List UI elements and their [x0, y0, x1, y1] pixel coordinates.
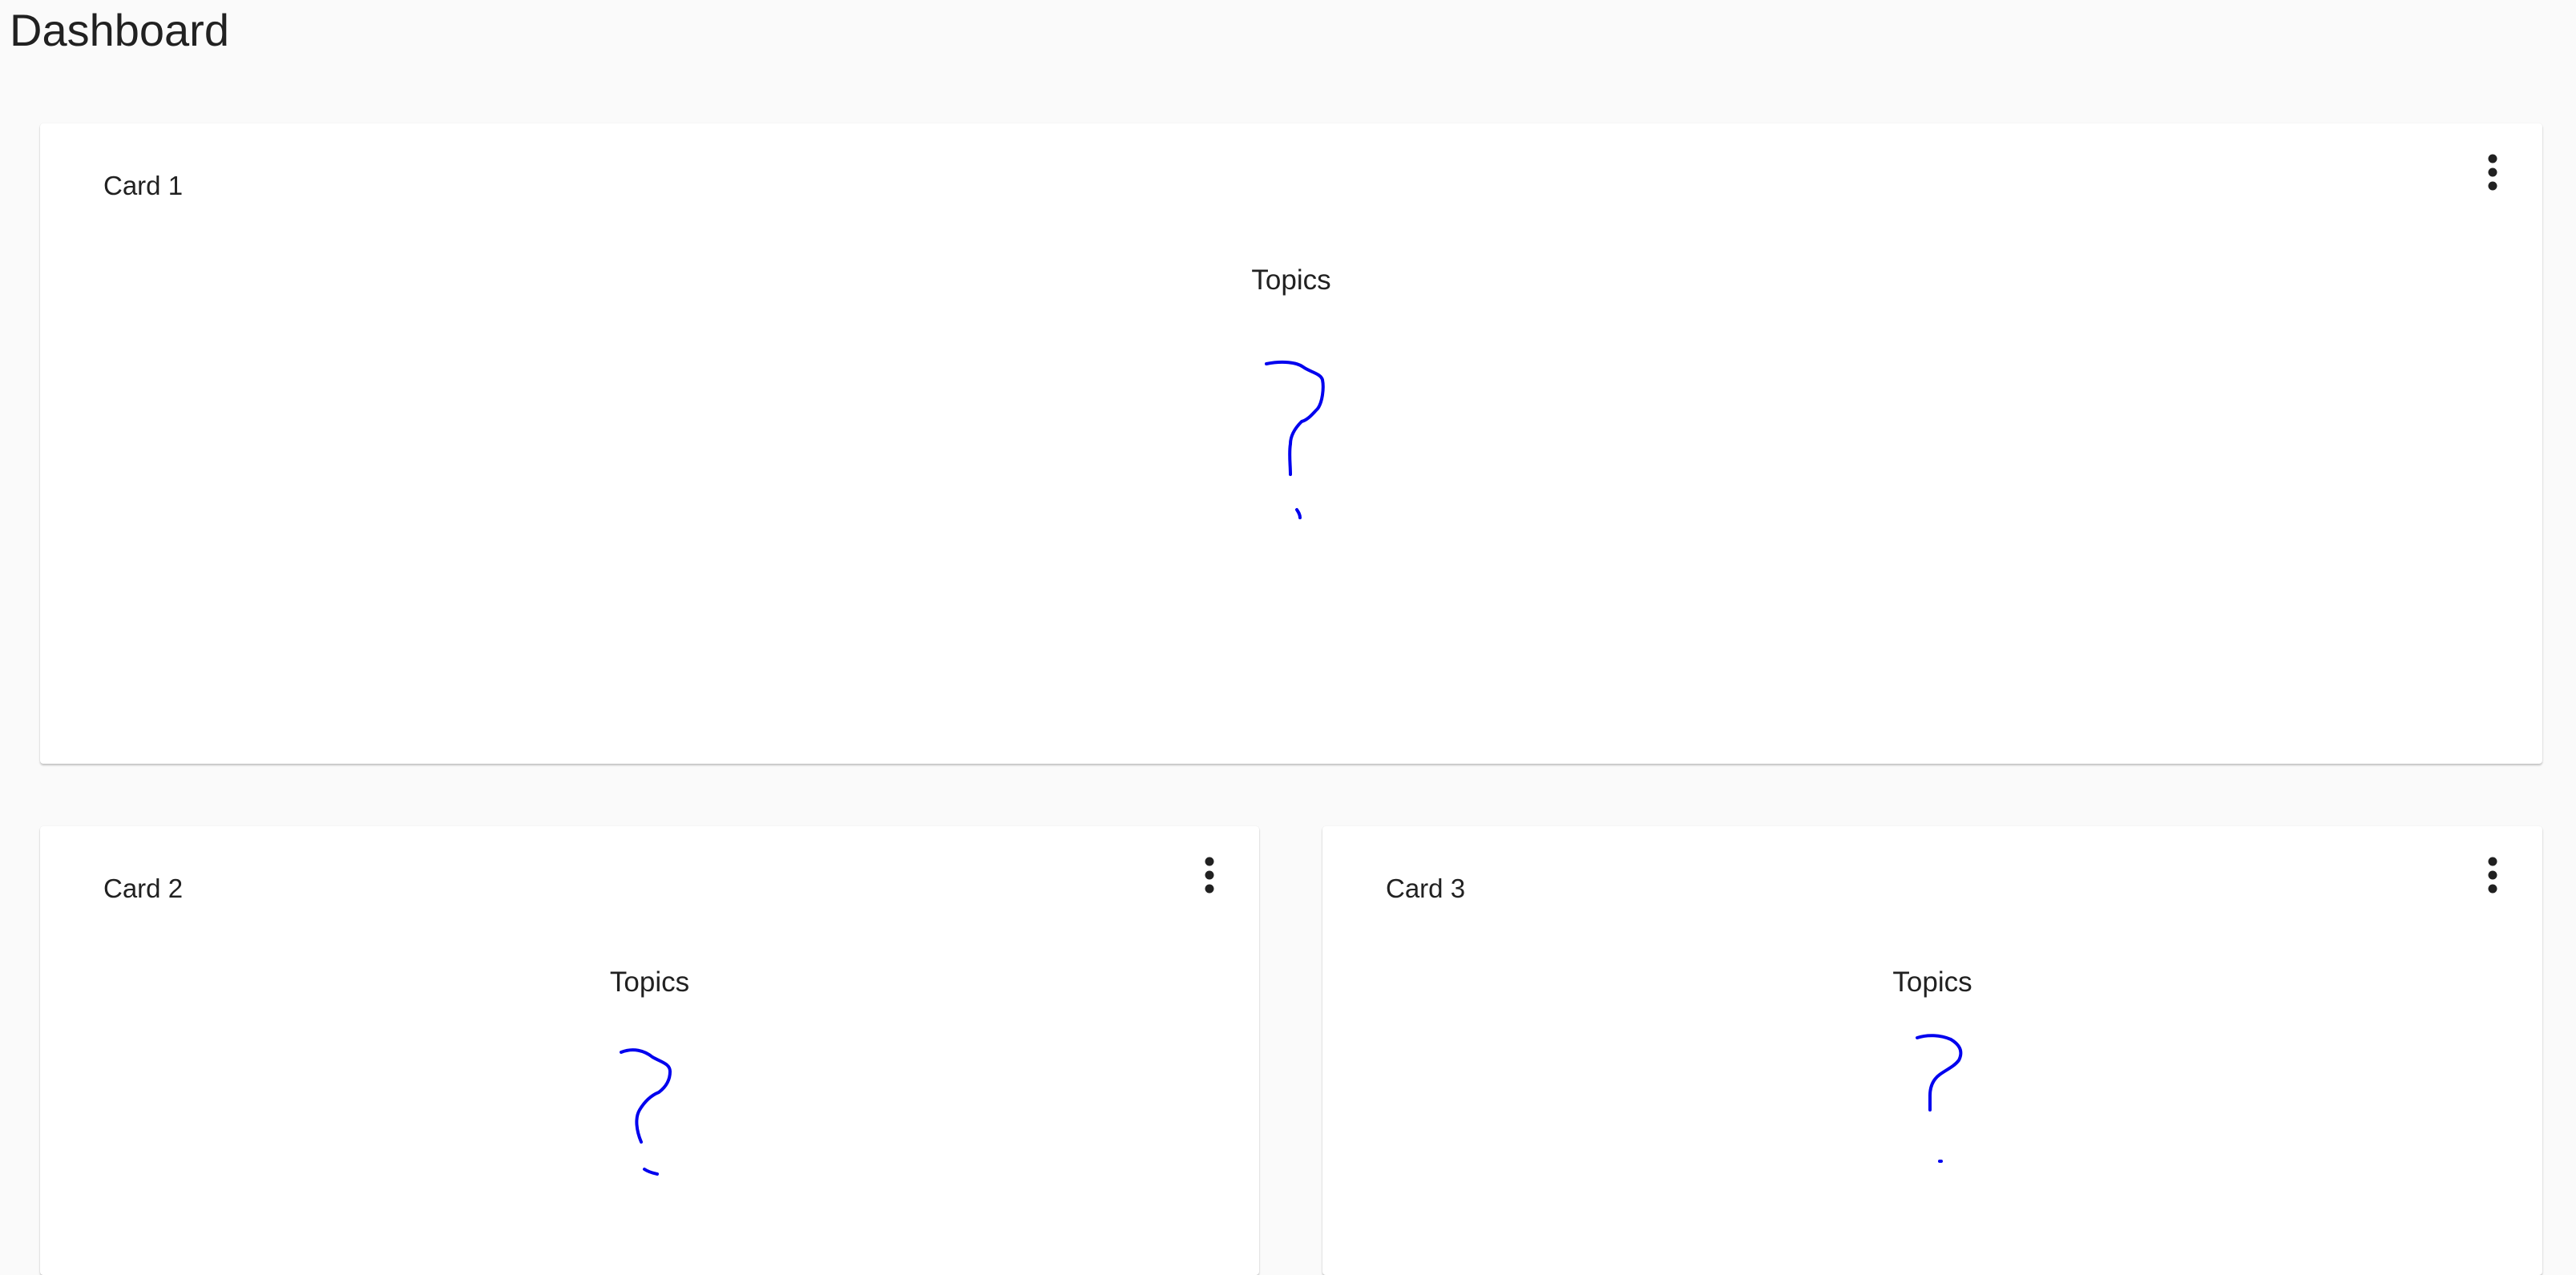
card-3: Card 3 Topics	[1322, 826, 2542, 1275]
more-vert-icon	[2488, 857, 2497, 894]
question-mark-icon	[1265, 360, 1325, 519]
card-1: Card 1 Topics	[40, 123, 2542, 764]
more-vert-icon	[2488, 154, 2497, 191]
chart-title: Topics	[1892, 966, 1972, 998]
more-vert-icon	[1205, 857, 1214, 894]
page-title: Dashboard	[10, 5, 229, 55]
chart-title: Topics	[1251, 264, 1331, 296]
card-title: Card 1	[103, 171, 184, 200]
chart-title: Topics	[609, 966, 690, 998]
card-menu-button[interactable]	[2477, 853, 2509, 905]
card-menu-button[interactable]	[1193, 853, 1225, 905]
card-title: Card 3	[1386, 874, 1466, 903]
question-mark-icon	[620, 1048, 672, 1176]
card-menu-button[interactable]	[2477, 151, 2509, 202]
card-2: Card 2 Topics	[40, 826, 1259, 1275]
card-title: Card 2	[103, 874, 184, 903]
question-mark-icon	[1916, 1034, 1963, 1163]
